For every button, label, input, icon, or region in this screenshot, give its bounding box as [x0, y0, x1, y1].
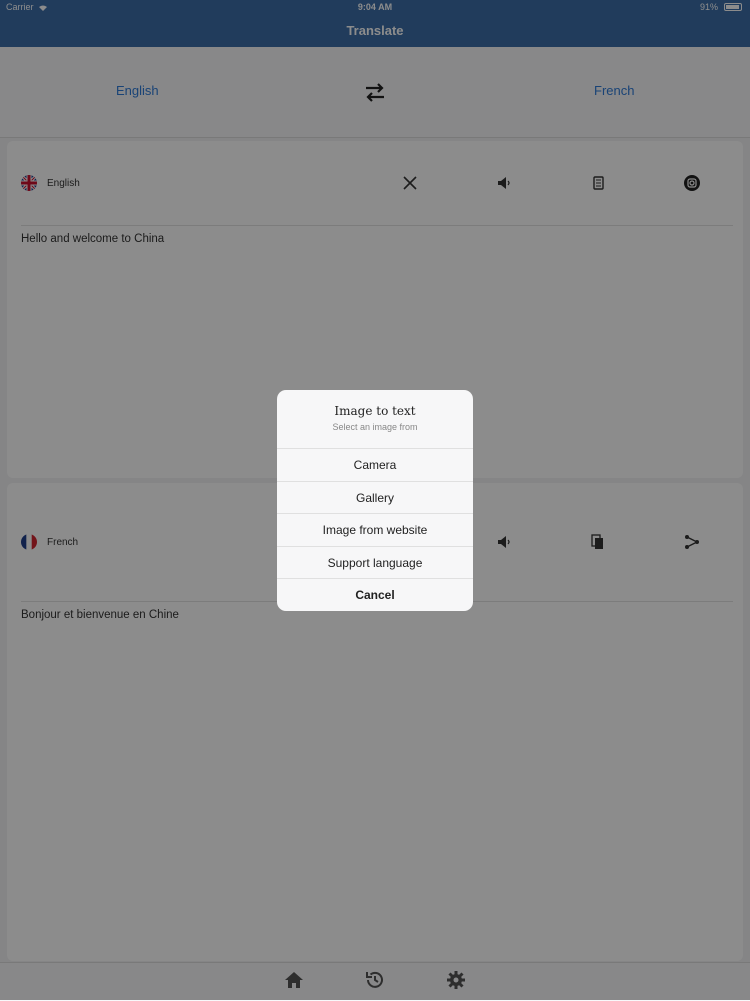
image-to-text-sheet: Image to text Select an image from Camer…: [277, 390, 473, 611]
sheet-subtitle: Select an image from: [332, 422, 418, 432]
cancel-button[interactable]: Cancel: [277, 578, 473, 611]
image-from-website-option[interactable]: Image from website: [277, 513, 473, 546]
gallery-option[interactable]: Gallery: [277, 481, 473, 514]
sheet-title: Image to text: [334, 404, 416, 418]
camera-option[interactable]: Camera: [277, 448, 473, 481]
support-language-option[interactable]: Support language: [277, 546, 473, 579]
